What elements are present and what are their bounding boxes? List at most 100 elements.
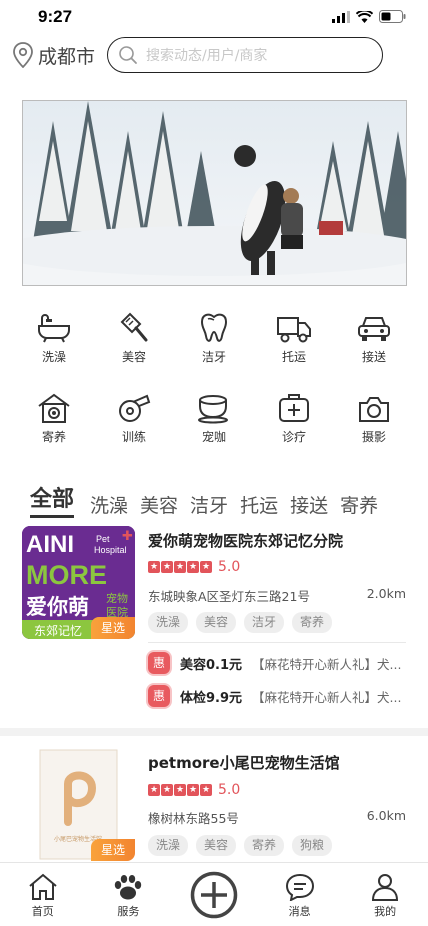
search-input[interactable]: 搜索动态/用户/商家 bbox=[107, 37, 383, 73]
category-label: 寄养 bbox=[41, 430, 66, 444]
medical-kit-icon bbox=[279, 394, 309, 422]
rating-stars: ★ ★ ★ ★ ★ bbox=[148, 561, 212, 573]
tag-chip: 寄养 bbox=[244, 835, 285, 856]
featured-badge: 星选 bbox=[91, 839, 135, 861]
tab-teeth[interactable]: 洁牙 bbox=[190, 491, 228, 518]
store-rating: ★ ★ ★ ★ ★ 5.0 bbox=[148, 782, 240, 798]
category-label: 摄影 bbox=[361, 430, 386, 444]
nav-profile[interactable]: 我的 bbox=[342, 863, 428, 926]
store-logo: AINI Pet Hospital ✚ MORE 爱你萌 宠物 医院 东郊记忆 … bbox=[22, 526, 135, 639]
star-icon: ★ bbox=[161, 784, 173, 796]
user-icon bbox=[372, 874, 399, 901]
nav-label: 首页 bbox=[31, 905, 54, 918]
rating-score: 5.0 bbox=[218, 559, 241, 575]
category-training[interactable]: 训练 bbox=[94, 388, 174, 458]
nav-service[interactable]: 服务 bbox=[86, 863, 172, 926]
star-icon: ★ bbox=[187, 784, 199, 796]
star-icon: ★ bbox=[148, 561, 160, 573]
whistle-icon bbox=[119, 394, 151, 422]
promo-price: 美容0.1元 bbox=[180, 657, 243, 673]
home-icon bbox=[29, 873, 57, 900]
store-rating: ★ ★ ★ ★ ★ 5.0 bbox=[148, 559, 240, 575]
category-teeth[interactable]: 洁牙 bbox=[174, 308, 254, 388]
rating-stars: ★ ★ ★ ★ ★ bbox=[148, 784, 212, 796]
promo-item[interactable]: 惠 体检9.9元 【麻花特开心新人礼】犬... bbox=[148, 685, 408, 707]
store-logo: 小尾巴宠物生活馆 星选 bbox=[22, 748, 135, 861]
category-pickup[interactable]: 接送 bbox=[334, 308, 414, 388]
location-selector[interactable]: 成都市 bbox=[12, 40, 95, 70]
nav-home[interactable]: 首页 bbox=[0, 863, 86, 926]
tag-chip: 洗澡 bbox=[148, 835, 189, 856]
store-name[interactable]: 爱你萌宠物医院东郊记忆分院 bbox=[148, 530, 343, 551]
svg-text:Pet: Pet bbox=[96, 534, 110, 544]
status-bar: 9:27 bbox=[0, 0, 428, 34]
nav-label: 服务 bbox=[117, 905, 140, 918]
search-placeholder: 搜索动态/用户/商家 bbox=[146, 48, 268, 64]
discount-badge-icon: 惠 bbox=[148, 652, 170, 674]
rating-score: 5.0 bbox=[218, 782, 241, 798]
star-icon: ★ bbox=[200, 561, 212, 573]
category-label: 接送 bbox=[361, 350, 386, 364]
category-photography[interactable]: 摄影 bbox=[334, 388, 414, 458]
banner-image[interactable] bbox=[22, 100, 407, 286]
banner-photo bbox=[23, 101, 406, 285]
promo-item[interactable]: 惠 美容0.1元 【麻花特开心新人礼】犬... bbox=[148, 652, 408, 674]
nav-messages[interactable]: 消息 bbox=[257, 863, 343, 926]
wifi-icon bbox=[356, 10, 373, 23]
message-icon bbox=[285, 873, 314, 901]
store-card[interactable]: 小尾巴宠物生活馆 星选 petmore小尾巴宠物生活馆 ★ ★ ★ ★ ★ 5.0 橡树… bbox=[0, 748, 428, 862]
filter-tabs: 全部 洗澡 美容 洁牙 托运 接送 寄养 bbox=[30, 478, 428, 518]
discount-badge-icon: 惠 bbox=[148, 685, 170, 707]
category-pet-cafe[interactable]: 宠咖 bbox=[174, 388, 254, 458]
svg-text:✚: ✚ bbox=[122, 529, 133, 544]
category-grid: 洗澡 美容 洁牙 托运 接送 寄养 训练 宠咖 诊疗 摄影 bbox=[14, 308, 414, 458]
store-tags: 洗澡 美容 洁牙 寄养 bbox=[148, 612, 333, 633]
store-address: 橡树林东路55号 bbox=[148, 811, 239, 826]
tab-pickup[interactable]: 接送 bbox=[290, 491, 328, 518]
svg-text:MORE: MORE bbox=[26, 560, 107, 590]
tab-grooming[interactable]: 美容 bbox=[140, 491, 178, 518]
app-screen: 9:27 成都市 搜索动态/用户/商家 洗澡 美容 洁牙 托运 接送 寄养 训练… bbox=[0, 0, 428, 926]
tag-chip: 洗澡 bbox=[148, 612, 189, 633]
star-icon: ★ bbox=[148, 784, 160, 796]
star-icon: ★ bbox=[174, 784, 186, 796]
tab-bath[interactable]: 洗澡 bbox=[90, 491, 128, 518]
store-address: 东城映象A区圣灯东三路21号 bbox=[148, 589, 310, 604]
promo-price: 体检9.9元 bbox=[180, 690, 243, 706]
add-icon bbox=[190, 871, 238, 918]
store-name[interactable]: petmore小尾巴宠物生活馆 bbox=[148, 752, 340, 773]
tag-chip: 美容 bbox=[196, 612, 237, 633]
category-boarding[interactable]: 寄养 bbox=[14, 388, 94, 458]
tab-shipping[interactable]: 托运 bbox=[240, 491, 278, 518]
featured-badge: 星选 bbox=[91, 617, 135, 639]
svg-text:东郊记忆: 东郊记忆 bbox=[34, 624, 82, 638]
tab-all[interactable]: 全部 bbox=[30, 481, 75, 518]
battery-icon bbox=[379, 10, 406, 23]
tag-chip: 寄养 bbox=[292, 612, 333, 633]
category-clinic[interactable]: 诊疗 bbox=[254, 388, 334, 458]
pet-house-icon bbox=[38, 393, 70, 423]
promo-desc: 【麻花特开心新人礼】犬... bbox=[252, 689, 402, 705]
tab-boarding[interactable]: 寄养 bbox=[340, 491, 378, 518]
category-label: 洗澡 bbox=[41, 350, 66, 364]
category-label: 洁牙 bbox=[201, 350, 226, 364]
category-label: 宠咖 bbox=[201, 430, 226, 444]
store-distance: 2.0km bbox=[366, 586, 406, 601]
category-shipping[interactable]: 托运 bbox=[254, 308, 334, 388]
star-icon: ★ bbox=[187, 561, 199, 573]
store-card[interactable]: AINI Pet Hospital ✚ MORE 爱你萌 宠物 医院 东郊记忆 … bbox=[0, 526, 428, 726]
category-label: 诊疗 bbox=[281, 430, 306, 444]
svg-text:AINI: AINI bbox=[26, 531, 74, 558]
category-label: 训练 bbox=[121, 430, 146, 444]
coffee-icon bbox=[198, 395, 228, 424]
category-grooming[interactable]: 美容 bbox=[94, 308, 174, 388]
location-pin-icon bbox=[13, 42, 33, 68]
store-tags: 洗澡 美容 寄养 狗粮 bbox=[148, 835, 333, 856]
svg-text:爱你萌: 爱你萌 bbox=[26, 595, 89, 619]
tag-chip: 美容 bbox=[196, 835, 237, 856]
status-time: 9:27 bbox=[38, 7, 73, 26]
store-distance: 6.0km bbox=[366, 808, 406, 823]
category-bath[interactable]: 洗澡 bbox=[14, 308, 94, 388]
tooth-icon bbox=[200, 313, 228, 342]
nav-add[interactable] bbox=[171, 863, 257, 926]
